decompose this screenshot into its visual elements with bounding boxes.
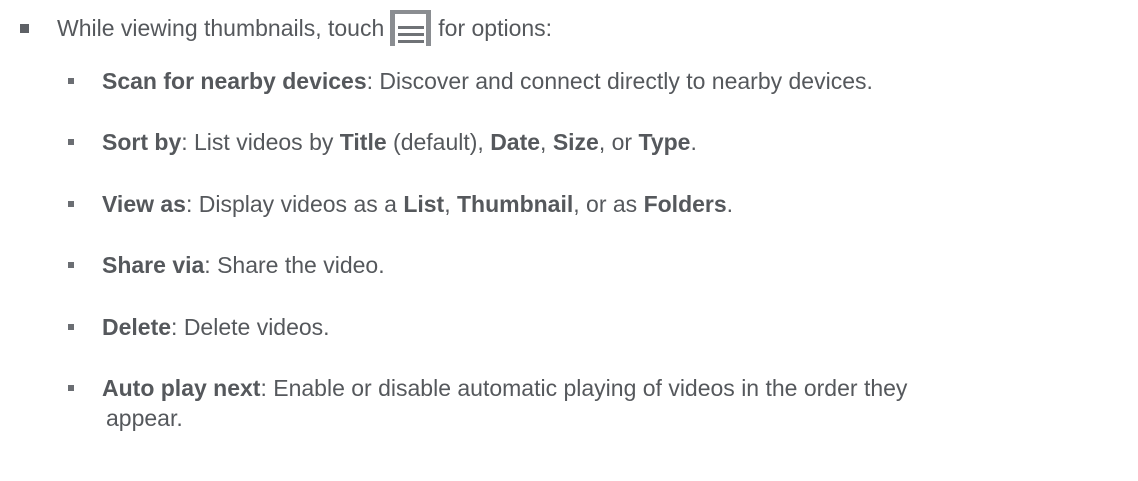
option-text: ,: [540, 129, 553, 155]
option-value-list: List: [403, 191, 445, 217]
option-text: : Display videos as a: [185, 191, 404, 217]
option-value-size: Size: [552, 129, 599, 155]
option-sort-by: Sort by: List videos by Title (default),…: [68, 127, 697, 157]
option-label: Sort by: [102, 129, 182, 155]
small-square-bullet-icon: [68, 384, 74, 391]
option-value-date: Date: [490, 129, 541, 155]
small-square-bullet-icon: [68, 138, 74, 145]
option-text: : Discover and connect directly to nearb…: [366, 68, 873, 94]
option-auto-play-next: Auto play next: Enable or disable automa…: [68, 373, 907, 403]
option-label: Auto play next: [102, 375, 261, 401]
option-label: View as: [102, 191, 186, 217]
menu-icon: [390, 10, 432, 46]
option-label: Scan for nearby devices: [102, 68, 367, 94]
option-text: : Delete videos.: [171, 314, 330, 340]
option-text: : Enable or disable automatic playing of…: [260, 375, 908, 401]
option-delete: Delete: Delete videos.: [68, 312, 330, 342]
option-value-title: Title: [339, 129, 387, 155]
option-value-thumbnail: Thumbnail: [456, 191, 574, 217]
option-label: Share via: [102, 252, 205, 278]
option-share-via: Share via: Share the video.: [68, 250, 385, 280]
option-text: , or as: [573, 191, 644, 217]
option-value-folders: Folders: [643, 191, 727, 217]
small-square-bullet-icon: [68, 261, 74, 268]
option-text: : List videos by: [181, 129, 340, 155]
option-value-type: Type: [638, 129, 691, 155]
option-text: .: [690, 129, 697, 155]
intro-text-after: for options:: [438, 14, 553, 41]
option-label: Delete: [102, 314, 172, 340]
small-square-bullet-icon: [68, 323, 74, 330]
intro-text-before: While viewing thumbnails, touch: [57, 14, 385, 41]
intro-line: While viewing thumbnails, touch for opti…: [18, 0, 552, 56]
square-bullet-icon: [20, 23, 29, 33]
option-scan-nearby: Scan for nearby devices: Discover and co…: [68, 66, 873, 96]
option-text: : Share the video.: [204, 252, 385, 278]
small-square-bullet-icon: [68, 77, 74, 84]
option-text: , or: [598, 129, 639, 155]
option-view-as: View as: Display videos as a List, Thumb…: [68, 189, 733, 219]
option-text: (default),: [386, 129, 491, 155]
option-text: .: [726, 191, 734, 217]
option-text: ,: [444, 191, 457, 217]
option-continuation-text: appear.: [106, 405, 183, 431]
small-square-bullet-icon: [68, 200, 74, 207]
